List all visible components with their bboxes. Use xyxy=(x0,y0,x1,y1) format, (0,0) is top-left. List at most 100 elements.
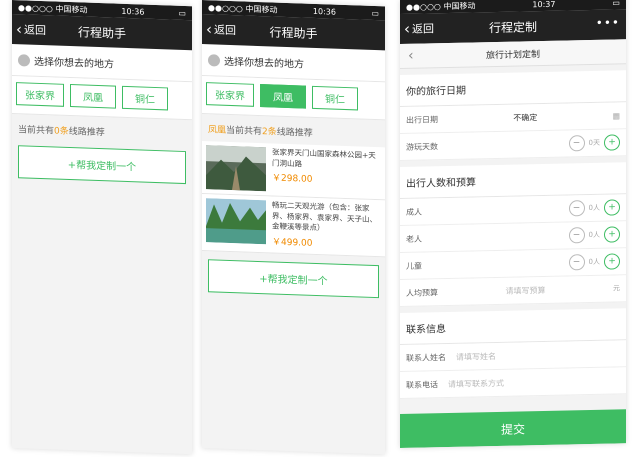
summary-prefix: 当前共有 xyxy=(18,125,55,137)
selected-place: 凤凰 xyxy=(208,125,227,136)
children-label: 儿童 xyxy=(406,261,422,271)
budget-input[interactable]: 请填写预算 xyxy=(506,284,546,296)
battery-icon: ▭ xyxy=(178,8,186,18)
back-label: 返回 xyxy=(24,23,46,38)
date-label: 出行日期 xyxy=(406,114,438,125)
route-count: 0条 xyxy=(54,126,69,137)
days-label: 游玩天数 xyxy=(406,141,438,152)
budget-label: 人均预算 xyxy=(406,287,438,298)
carrier-text: ●●○○○ 中国移动 xyxy=(208,2,278,15)
date-value: 不确定 xyxy=(513,112,538,123)
elders-value: 0人 xyxy=(588,230,600,240)
chevron-left-icon: ‹ xyxy=(404,19,410,38)
route-info: 畅玩二天观光游（包含：张家界、杨家界、袁家界、天子山、金鞭溪等景点） ￥499.… xyxy=(272,200,381,252)
people-section-title: 出行人数和预算 xyxy=(400,162,626,199)
plus-icon[interactable]: + xyxy=(604,199,620,216)
back-button[interactable]: ‹ 返回 xyxy=(404,13,434,44)
adults-label: 成人 xyxy=(406,207,422,217)
summary-suffix: 线路推荐 xyxy=(276,127,313,139)
minus-icon[interactable]: − xyxy=(568,135,585,152)
screen-trip-assistant-fenghuang: ●●○○○ 中国移动 10:36 ▭ ‹ 返回 行程助手 选择你想去的地方 张家… xyxy=(202,0,385,455)
phone-label: 联系电话 xyxy=(406,379,438,390)
screen-trip-customization: ●●○○○ 中国移动 10:37 ▭ ‹ 返回 行程定制 ••• ‹ 旅行计划定… xyxy=(400,0,626,449)
summary-suffix: 线路推荐 xyxy=(68,126,105,139)
route-price: ￥499.00 xyxy=(272,236,313,249)
calendar-icon[interactable]: ▦ xyxy=(612,111,620,120)
subnav-title: 旅行计划定制 xyxy=(485,49,540,61)
sub-nav: ‹ 旅行计划定制 xyxy=(400,39,626,69)
tab-tongren[interactable]: 铜仁 xyxy=(122,85,168,111)
nav-bar: ‹ 返回 行程定制 ••• xyxy=(400,9,626,44)
contact-section-title: 联系信息 xyxy=(400,308,626,345)
nav-bar: ‹ 返回 行程助手 xyxy=(202,14,385,51)
back-button[interactable]: ‹ 返回 xyxy=(206,14,236,45)
minus-icon[interactable]: − xyxy=(568,200,585,217)
back-label: 返回 xyxy=(214,23,236,38)
plus-icon[interactable]: + xyxy=(604,134,620,151)
route-price: ￥298.00 xyxy=(272,173,313,185)
prompt-text: 选择你想去的地方 xyxy=(34,56,114,71)
days-value: 0天 xyxy=(588,138,600,148)
plus-icon[interactable]: + xyxy=(604,226,620,243)
carrier-text: ●●○○○ 中国移动 xyxy=(18,2,88,15)
prompt-text: 选择你想去的地方 xyxy=(224,56,304,71)
dates-section-title: 你的旅行日期 xyxy=(400,70,626,107)
minus-icon[interactable]: − xyxy=(568,254,585,271)
battery-icon: ▭ xyxy=(371,8,379,18)
time-text: 10:36 xyxy=(312,6,336,17)
phone-input[interactable]: 请填写联系方式 xyxy=(448,377,504,389)
phone-row: 联系电话 请填写联系方式 xyxy=(400,367,626,399)
chevron-left-icon: ‹ xyxy=(16,19,22,38)
screen-trip-assistant-empty: ●●○○○ 中国移动 10:36 ▭ ‹ 返回 行程助手 选择你想去的地方 张家… xyxy=(12,0,192,455)
battery-icon: ▭ xyxy=(612,0,620,8)
location-icon xyxy=(18,53,30,67)
tab-zhangjiajie[interactable]: 张家界 xyxy=(16,82,64,107)
days-row: 游玩天数 − 0天 + xyxy=(400,129,626,161)
route-summary: 当前共有0条线路推荐 xyxy=(12,114,192,147)
route-item[interactable]: 张家界天门山国家森林公园+天门洞山路 ￥298.00 xyxy=(202,141,385,201)
submit-button[interactable]: 提交 xyxy=(400,409,626,448)
nav-bar: ‹ 返回 行程助手 xyxy=(12,14,192,51)
chevron-left-icon: ‹ xyxy=(206,19,212,38)
more-icon[interactable]: ••• xyxy=(596,15,620,30)
destination-tabs: 张家界 凤凰 铜仁 xyxy=(202,76,385,121)
route-info: 张家界天门山国家森林公园+天门洞山路 ￥298.00 xyxy=(272,147,381,195)
minus-icon[interactable]: − xyxy=(568,227,585,244)
location-icon xyxy=(208,53,220,67)
tab-fenghuang[interactable]: 凤凰 xyxy=(260,84,306,109)
adults-stepper: − 0人 + xyxy=(568,199,620,217)
route-item[interactable]: 畅玩二天观光游（包含：张家界、杨家界、袁家界、天子山、金鞭溪等景点） ￥499.… xyxy=(202,194,385,258)
route-thumbnail xyxy=(206,145,266,192)
tab-zhangjiajie[interactable]: 张家界 xyxy=(206,82,254,107)
page-title: 行程助手 xyxy=(77,24,126,41)
summary-prefix: 当前共有 xyxy=(226,125,263,138)
customize-button[interactable]: +帮我定制一个 xyxy=(18,145,186,185)
elders-stepper: − 0人 + xyxy=(568,226,620,244)
tab-tongren[interactable]: 铜仁 xyxy=(312,85,358,111)
plus-icon[interactable]: + xyxy=(604,253,620,270)
route-title: 畅玩二天观光游（包含：张家界、杨家界、袁家界、天子山、金鞭溪等景点） xyxy=(272,200,377,233)
adults-value: 0人 xyxy=(588,203,600,213)
destination-tabs: 张家界 凤凰 铜仁 xyxy=(12,76,192,121)
name-label: 联系人姓名 xyxy=(406,352,446,363)
children-stepper: − 0人 + xyxy=(568,253,620,271)
chevron-left-icon[interactable]: ‹ xyxy=(408,48,414,64)
back-label: 返回 xyxy=(412,22,434,36)
route-title: 张家界天门山国家森林公园+天门洞山路 xyxy=(272,147,376,168)
days-stepper: − 0天 + xyxy=(568,134,620,152)
children-value: 0人 xyxy=(588,257,600,267)
elders-label: 老人 xyxy=(406,234,422,244)
tab-fenghuang[interactable]: 凤凰 xyxy=(70,84,116,109)
page-title: 行程助手 xyxy=(269,24,318,41)
budget-row: 人均预算 请填写预算 元 xyxy=(400,275,626,307)
time-text: 10:37 xyxy=(532,0,556,9)
back-button[interactable]: ‹ 返回 xyxy=(16,14,46,45)
name-input[interactable]: 请填写姓名 xyxy=(456,350,496,362)
budget-unit: 元 xyxy=(613,284,620,293)
carrier-text: ●●○○○ 中国移动 xyxy=(406,0,476,12)
time-text: 10:36 xyxy=(121,6,145,17)
page-title: 行程定制 xyxy=(488,19,537,35)
route-thumbnail xyxy=(206,198,266,245)
route-count: 2条 xyxy=(262,127,277,138)
customize-button[interactable]: +帮我定制一个 xyxy=(208,259,379,299)
